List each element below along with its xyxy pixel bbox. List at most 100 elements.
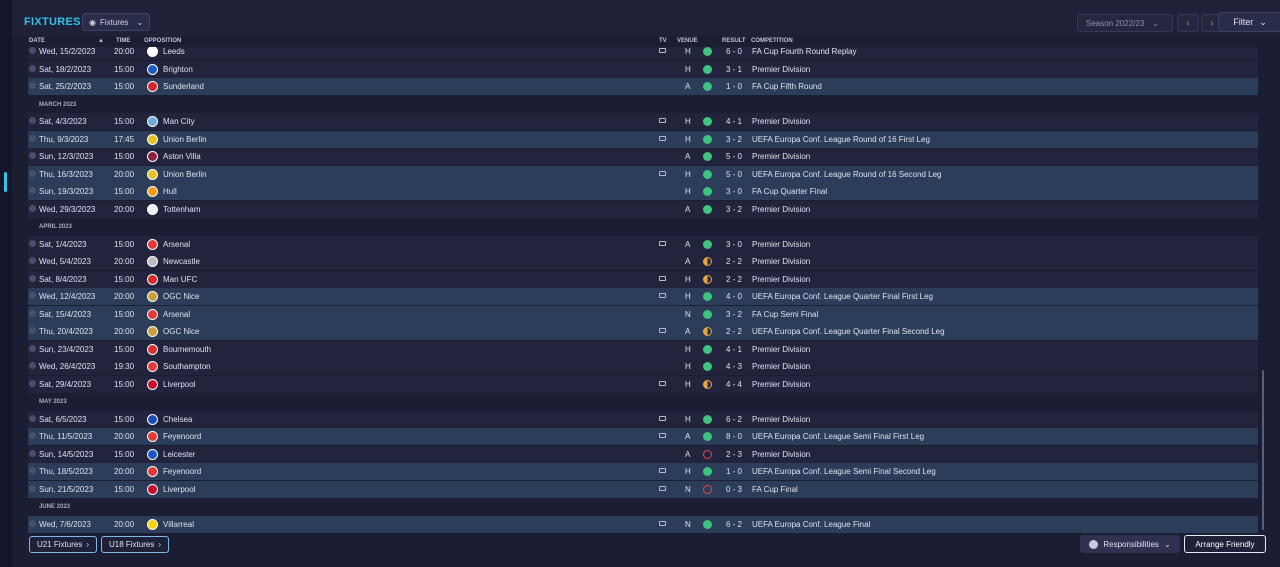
result-score[interactable]: 1 - 0 [726,467,742,476]
fixture-row[interactable]: Wed, 12/4/2023 20:00 OGC Nice H 4 - 0 UEFA Eu… [28,288,1258,305]
opposition-name[interactable]: Aston Villa [163,152,201,161]
opposition-name[interactable]: Feyenoord [163,467,201,476]
opposition-name[interactable]: Leeds [163,47,185,56]
result-score[interactable]: 3 - 0 [726,187,742,196]
competition-name[interactable]: UEFA Europa Conf. League Round of 16 Sec… [752,170,941,179]
fixture-row[interactable]: Wed, 5/4/2023 20:00 Newcastle A 2 - 2 Premier… [28,253,1258,270]
competition-name[interactable]: FA Cup Fourth Round Replay [752,47,857,56]
col-competition[interactable]: COMPETITION [751,38,793,44]
opposition-name[interactable]: Chelsea [163,415,192,424]
competition-name[interactable]: FA Cup Final [752,485,798,494]
competition-name[interactable]: Premier Division [752,345,810,354]
result-score[interactable]: 4 - 4 [726,380,742,389]
result-score[interactable]: 4 - 1 [726,117,742,126]
competition-name[interactable]: UEFA Europa Conf. League Round of 16 Fir… [752,135,930,144]
result-score[interactable]: 6 - 2 [726,415,742,424]
result-score[interactable]: 2 - 2 [726,327,742,336]
competition-name[interactable]: Premier Division [752,205,810,214]
result-score[interactable]: 2 - 2 [726,257,742,266]
fixture-row[interactable]: Sat, 6/5/2023 15:00 Chelsea H 6 - 2 Premier D… [28,410,1258,428]
fixture-row[interactable]: Thu, 11/5/2023 20:00 Feyenoord A 8 - 0 UEFA E… [28,428,1258,445]
competition-name[interactable]: FA Cup Semi Final [752,310,818,319]
opposition-name[interactable]: Sunderland [163,82,204,91]
result-score[interactable]: 0 - 3 [726,485,742,494]
competition-name[interactable]: Premier Division [752,415,810,424]
col-time[interactable]: TIME [116,38,130,44]
fixture-row[interactable]: Wed, 15/2/2023 20:00 Leeds H 6 - 0 FA Cup Fou… [28,47,1258,60]
competition-name[interactable]: Premier Division [752,152,810,161]
fixture-row[interactable]: Sat, 25/2/2023 15:00 Sunderland A 1 - 0 FA Cu… [28,78,1258,95]
opposition-name[interactable]: Liverpool [163,485,195,494]
fixture-row[interactable]: Sun, 19/3/2023 15:00 Hull H 3 - 0 FA Cup Quar… [28,183,1258,200]
opposition-name[interactable]: Hull [163,187,177,196]
opposition-name[interactable]: OGC Nice [163,292,199,301]
competition-name[interactable]: UEFA Europa Conf. League Quarter Final F… [752,292,933,301]
competition-name[interactable]: UEFA Europa Conf. League Quarter Final S… [752,327,945,336]
filter-button[interactable]: Filter ⌄ [1218,12,1280,32]
opposition-name[interactable]: Arsenal [163,310,190,319]
col-result[interactable]: RESULT [722,38,746,44]
fixture-row[interactable]: Sat, 1/4/2023 15:00 Arsenal A 3 - 0 Premier D… [28,235,1258,253]
opposition-name[interactable]: Leicester [163,450,195,459]
opposition-name[interactable]: OGC Nice [163,327,199,336]
col-date[interactable]: DATE [29,38,45,44]
competition-name[interactable]: UEFA Europa Conf. League Semi Final Firs… [752,432,924,441]
opposition-name[interactable]: Man City [163,117,195,126]
fixture-row[interactable]: Thu, 18/5/2023 20:00 Feyenoord H 1 - 0 UEFA E… [28,463,1258,480]
result-score[interactable]: 3 - 2 [726,135,742,144]
result-score[interactable]: 3 - 2 [726,310,742,319]
result-score[interactable]: 6 - 2 [726,520,742,529]
opposition-name[interactable]: Brighton [163,65,193,74]
opposition-name[interactable]: Southampton [163,362,211,371]
fixture-row[interactable]: Sun, 12/3/2023 15:00 Aston Villa A 5 - 0 Prem… [28,148,1258,165]
competition-name[interactable]: UEFA Europa Conf. League Final [752,520,870,529]
opposition-name[interactable]: Feyenoord [163,432,201,441]
result-score[interactable]: 8 - 0 [726,432,742,441]
col-venue[interactable]: VENUE [677,38,698,44]
result-score[interactable]: 3 - 2 [726,205,742,214]
prev-season-button[interactable]: ‹ [1177,14,1199,32]
result-score[interactable]: 2 - 2 [726,275,742,284]
competition-name[interactable]: Premier Division [752,240,810,249]
result-score[interactable]: 4 - 1 [726,345,742,354]
opposition-name[interactable]: Man UFC [163,275,197,284]
col-tv[interactable]: TV [659,38,667,44]
u18-fixtures-button[interactable]: U18 Fixtures › [101,536,169,553]
fixture-row[interactable]: Thu, 16/3/2023 20:00 Union Berlin H 5 - 0 UEF… [28,165,1258,183]
u21-fixtures-button[interactable]: U21 Fixtures › [29,536,97,553]
fixture-row[interactable]: Thu, 9/3/2023 17:45 Union Berlin H 3 - 2 UEFA… [28,130,1258,148]
competition-name[interactable]: Premier Division [752,275,810,284]
opposition-name[interactable]: Tottenham [163,205,200,214]
result-score[interactable]: 6 - 0 [726,47,742,56]
competition-name[interactable]: Premier Division [752,117,810,126]
competition-name[interactable]: Premier Division [752,450,810,459]
fixture-row[interactable]: Sat, 29/4/2023 15:00 Liverpool H 4 - 4 Premie… [28,375,1258,393]
fixture-row[interactable]: Sun, 23/4/2023 15:00 Bournemouth H 4 - 1 Prem… [28,340,1258,358]
opposition-name[interactable]: Villarreal [163,520,194,529]
fixture-row[interactable]: Sat, 15/4/2023 15:00 Arsenal N 3 - 2 FA Cup S… [28,305,1258,323]
fixture-row[interactable]: Sat, 8/4/2023 15:00 Man UFC H 2 - 2 Premier D… [28,270,1258,288]
result-score[interactable]: 2 - 3 [726,450,742,459]
season-dropdown[interactable]: Season 2022/23 ⌄ [1077,14,1173,32]
result-score[interactable]: 5 - 0 [726,152,742,161]
fixture-row[interactable]: Wed, 7/6/2023 20:00 Villarreal N 6 - 2 UEFA E… [28,515,1258,533]
fixture-row[interactable]: Sat, 4/3/2023 15:00 Man City H 4 - 1 Premier … [28,113,1258,130]
fixture-row[interactable]: Sun, 21/5/2023 15:00 Liverpool N 0 - 3 FA Cup… [28,480,1258,498]
fixture-row[interactable]: Wed, 29/3/2023 20:00 Tottenham A 3 - 2 Premie… [28,200,1258,218]
opposition-name[interactable]: Newcastle [163,257,200,266]
opposition-name[interactable]: Bournemouth [163,345,211,354]
col-opposition[interactable]: OPPOSITION [144,38,181,44]
result-score[interactable]: 1 - 0 [726,82,742,91]
opposition-name[interactable]: Union Berlin [163,135,207,144]
result-score[interactable]: 5 - 0 [726,170,742,179]
responsibilities-button[interactable]: Responsibilities ⌄ [1080,535,1180,553]
opposition-name[interactable]: Liverpool [163,380,195,389]
fixture-row[interactable]: Sat, 18/2/2023 15:00 Brighton H 3 - 1 Premier… [28,60,1258,78]
competition-name[interactable]: Premier Division [752,257,810,266]
view-dropdown[interactable]: ◉ Fixtures ⌄ [82,13,150,31]
fixture-row[interactable]: Wed, 26/4/2023 19:30 Southampton H 4 - 3 Prem… [28,358,1258,375]
scrollbar[interactable] [1262,370,1264,530]
competition-name[interactable]: FA Cup Fifth Round [752,82,822,91]
competition-name[interactable]: UEFA Europa Conf. League Semi Final Seco… [752,467,936,476]
result-score[interactable]: 4 - 3 [726,362,742,371]
